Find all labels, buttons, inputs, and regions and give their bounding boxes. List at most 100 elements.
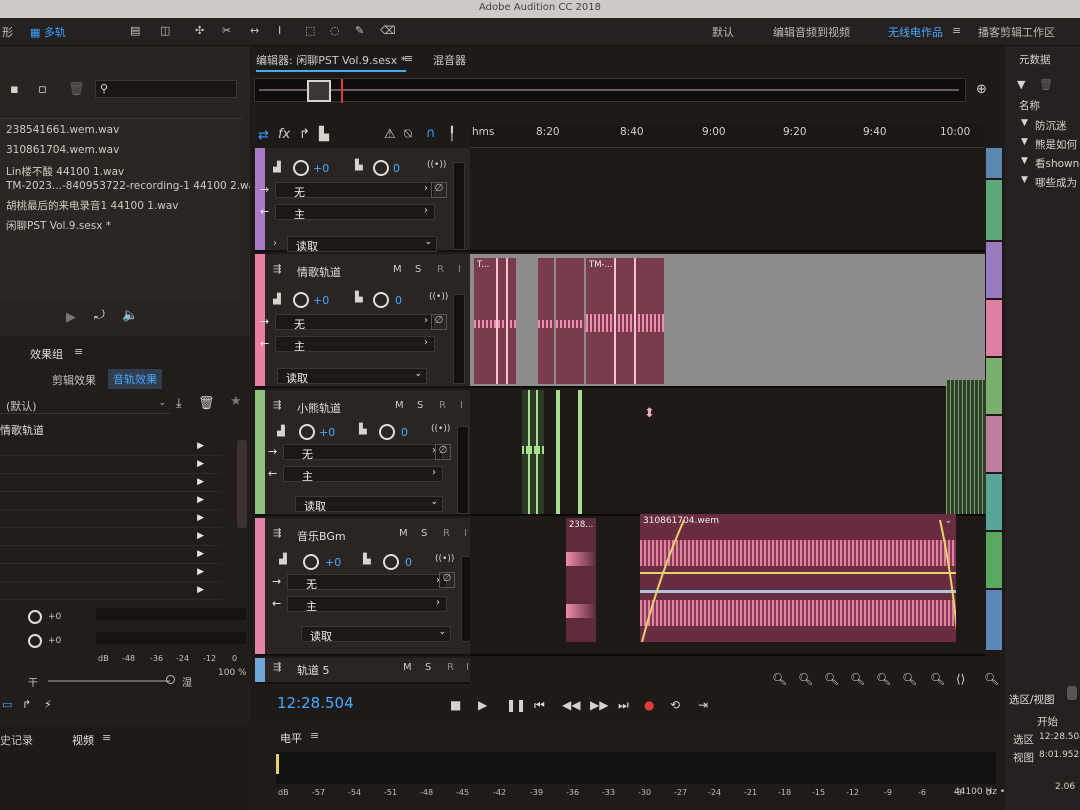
fast-forward-icon[interactable]: ▶▶ (590, 698, 608, 712)
workspace-edit-audio-to-video[interactable]: 编辑音频到视频 (773, 24, 850, 40)
record-arm-button[interactable]: R (447, 662, 454, 673)
workspace-default[interactable]: 默认 (712, 24, 734, 40)
pan-knob[interactable] (383, 554, 399, 570)
file-item[interactable]: Lin楼不酸 44100 1.wav (6, 164, 124, 179)
output-dropdown[interactable]: ← 主 › (260, 336, 435, 353)
track-lane[interactable]: ⬍ (470, 380, 986, 516)
input-dropdown[interactable]: → 无 › (268, 444, 443, 461)
output-dropdown[interactable]: ← 主 › (268, 466, 443, 483)
panel-menu-icon[interactable]: ≡ (102, 731, 111, 744)
automation-mode-dropdown[interactable]: 读取 ⌄ (287, 236, 437, 253)
track-name[interactable]: 小熊轨道 (297, 400, 341, 416)
mix-slider-handle[interactable] (166, 675, 175, 684)
effect-slot[interactable]: ▶ (0, 512, 222, 528)
record-arm-button[interactable]: R (443, 528, 450, 539)
audio-clip[interactable] (522, 390, 544, 514)
zoom-full-icon[interactable]: 🔍︎ (876, 672, 891, 686)
skip-selection-icon[interactable]: ⇥ (698, 698, 708, 712)
zoom-in-amplitude-icon[interactable]: 🔍︎ (772, 672, 787, 686)
audio-clip[interactable]: T... (474, 258, 516, 384)
lasso-icon[interactable]: ◌ (330, 24, 340, 37)
loop-icon[interactable]: ⟲ (670, 698, 680, 712)
tab-editor[interactable]: 编辑器: 闲聊PST Vol.9.sesx * (256, 52, 407, 72)
timeline-ruler[interactable]: hms 8:20 8:40 9:00 9:20 9:40 10:00 (470, 124, 985, 148)
zoom-in-time-icon[interactable]: 🔍︎ (824, 672, 839, 686)
solo-button[interactable]: S (417, 400, 423, 411)
fx-toggle-icon[interactable]: ↱ (22, 698, 31, 711)
selection-start-value[interactable]: 12:28.504 (1039, 732, 1080, 742)
input-monitor-button[interactable]: I (464, 528, 467, 539)
volume-knob[interactable] (303, 554, 319, 570)
delete-icon[interactable]: 🗑 (1039, 78, 1053, 91)
effect-slot[interactable]: ▶ (0, 476, 222, 492)
tab-video[interactable]: 视频 (72, 732, 94, 748)
files-search-input[interactable]: ⚲ (95, 80, 237, 98)
workspace-radio-production[interactable]: 无线电作品 (888, 24, 943, 40)
phase-invert-button[interactable]: ∅ (435, 444, 451, 460)
loop-preview-icon[interactable]: ⤾ (94, 308, 105, 323)
file-item[interactable]: 310861704.wem.wav (6, 144, 119, 156)
go-to-start-icon[interactable]: ⏮ (534, 698, 545, 713)
pause-icon[interactable]: ❚❚ (506, 698, 526, 712)
go-to-end-icon[interactable]: ⏭ (618, 698, 629, 713)
magnet-icon[interactable]: ∩ (426, 126, 436, 141)
favorite-icon[interactable]: ★ (230, 394, 242, 409)
effect-slot[interactable]: ▶ (0, 440, 222, 456)
file-item[interactable]: 胡桃最后的来电录音1 44100 1.wav (6, 198, 179, 213)
zoom-out-amplitude-icon[interactable]: 🔍︎ (798, 672, 813, 686)
fx-icon[interactable]: fx (278, 127, 290, 142)
track-name[interactable]: 轨道 5 (297, 662, 330, 678)
spectral-icon[interactable]: ▤ (130, 24, 140, 37)
input-dropdown[interactable]: → 无 › (260, 182, 435, 199)
delete-icon[interactable]: 🗑 (68, 82, 85, 97)
effect-slot[interactable]: ▶ (0, 584, 222, 600)
metronome-icon[interactable]: ⚠ (384, 127, 396, 142)
track-name[interactable]: 音乐BGm (297, 528, 346, 544)
healing-icon[interactable]: ⌫ (380, 24, 396, 37)
automation-mode-dropdown[interactable]: 读取 ⌄ (301, 626, 451, 643)
audio-clip[interactable] (556, 390, 560, 514)
workspace-podcast[interactable]: 播客剪辑工作区 (978, 24, 1055, 40)
marker-item[interactable]: 防沉迷 (1035, 118, 1067, 133)
solo-button[interactable]: S (415, 264, 421, 275)
volume-knob[interactable] (293, 160, 309, 176)
marker-add-icon[interactable]: ▼ (1017, 78, 1025, 91)
overview-viewport-handle[interactable] (307, 80, 331, 102)
panel-menu-icon[interactable]: ≡ (74, 345, 83, 358)
output-gain-knob[interactable] (28, 634, 42, 648)
slip-tool-icon[interactable]: ↔ (250, 24, 259, 37)
track-lane[interactable]: T... TM-... (470, 254, 985, 388)
autoplay-icon[interactable]: 🔈 (122, 308, 138, 323)
audio-clip[interactable]: TM-... (586, 258, 664, 384)
input-dropdown[interactable]: → 无 › (272, 574, 447, 591)
audio-clip[interactable]: 238... (566, 518, 596, 642)
stop-icon[interactable]: ■ (450, 698, 461, 712)
effect-slot[interactable]: ▶ (0, 530, 222, 546)
marker-item[interactable]: 哪些成为 (1035, 175, 1077, 190)
snap-icon[interactable]: ⇄ (258, 128, 269, 143)
marquee-icon[interactable]: ⬚ (305, 24, 315, 37)
pan-knob[interactable] (373, 160, 389, 176)
mute-button[interactable]: M (395, 400, 404, 411)
effects-scrollbar[interactable] (237, 440, 247, 528)
timecode-display[interactable]: 12:28.504 (277, 694, 354, 712)
sends-icon[interactable]: ↱ (299, 127, 310, 142)
track-lane[interactable] (470, 148, 985, 252)
track-lane[interactable]: 238... 310861704.wem ⌄ (470, 514, 985, 656)
razor-tool-icon[interactable]: ✂ (222, 24, 231, 37)
record-arm-button[interactable]: R (437, 264, 444, 275)
import-icon[interactable]: ▪ (10, 82, 19, 97)
track-header[interactable]: ⇶ 情歌轨道 M S R I ▟ +0 ▙ 0 ((•)) → 无 › ∅ ← 主 › … (255, 254, 470, 388)
pitch-icon[interactable]: ◫ (160, 24, 170, 37)
workspace-menu-icon[interactable]: ≡ (952, 24, 961, 37)
input-monitor-button[interactable]: I (460, 400, 463, 411)
tab-mixer[interactable]: 混音器 (433, 52, 466, 68)
eq-icon[interactable]: ▙ (319, 127, 329, 142)
panel-menu-icon[interactable]: ≡ (404, 52, 413, 65)
fade-curves[interactable] (640, 514, 956, 642)
track-name[interactable]: 情歌轨道 (297, 264, 341, 280)
pan-knob[interactable] (373, 292, 389, 308)
phase-invert-button[interactable]: ∅ (439, 572, 455, 588)
panel-scrollbar[interactable] (1067, 686, 1077, 700)
zoom-nav-icon[interactable]: ⊕ (976, 82, 987, 97)
